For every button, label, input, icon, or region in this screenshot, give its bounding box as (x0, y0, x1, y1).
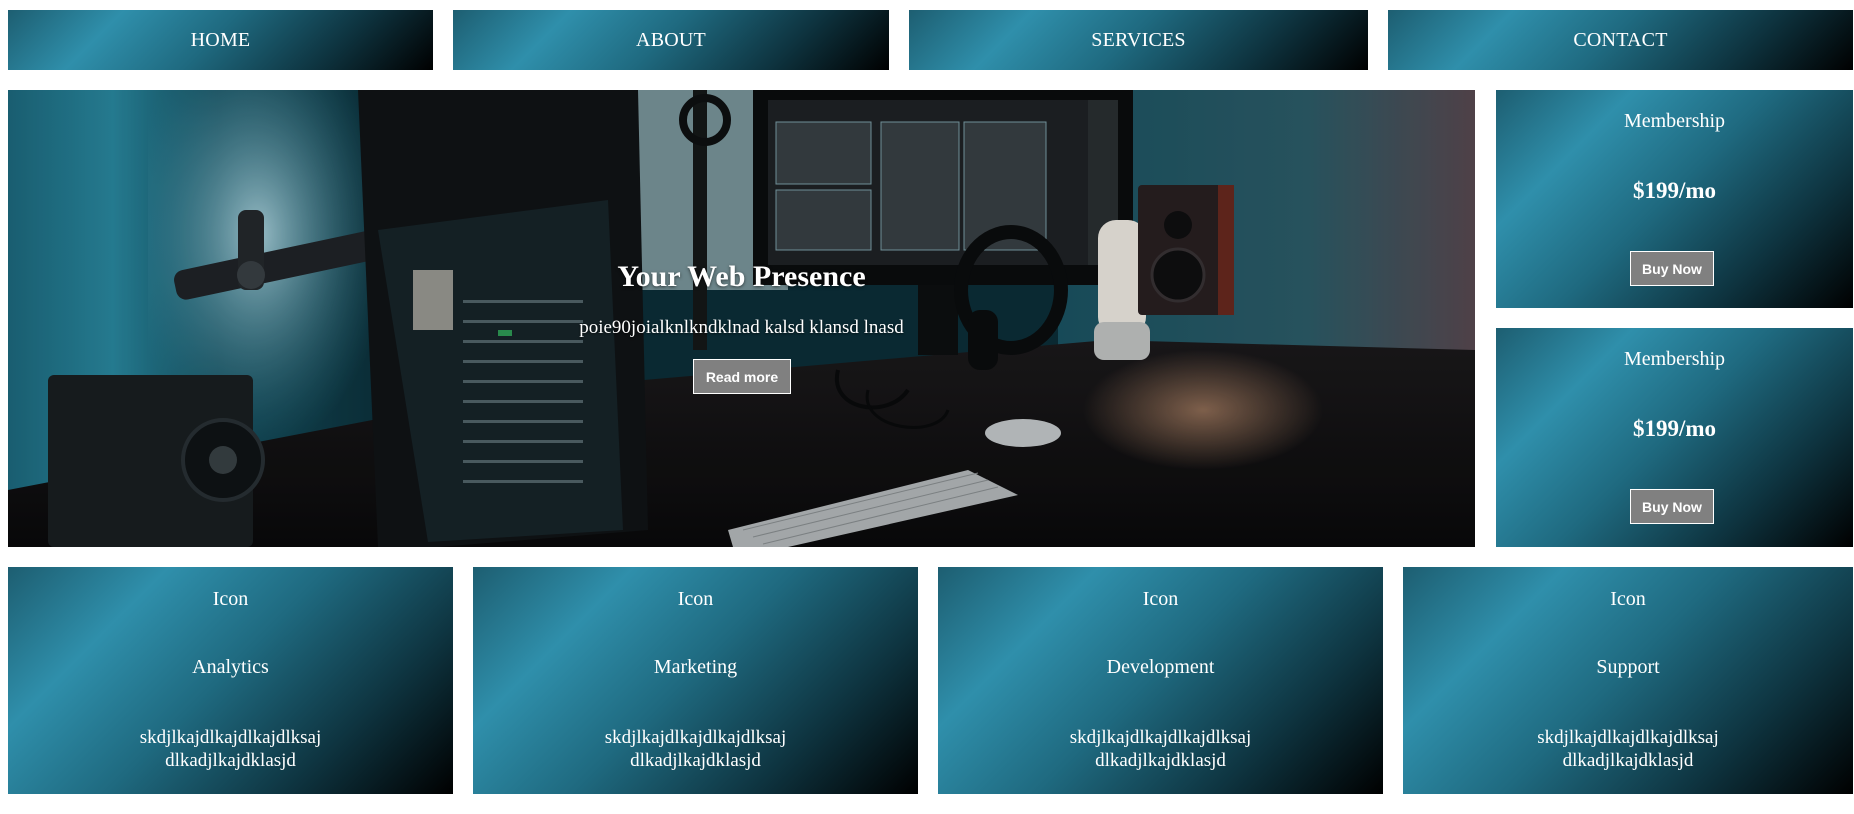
feature-title: Support (1596, 656, 1660, 678)
feature-icon-placeholder: Icon (677, 588, 714, 610)
feature-title: Analytics (192, 656, 269, 678)
pricing-card: Membership $199/mo Buy Now (1496, 90, 1853, 308)
feature-description-line: dlkadjlkajdklasjd (630, 750, 761, 771)
feature-icon-placeholder: Icon (1610, 588, 1646, 610)
feature-title: Development (1106, 656, 1215, 678)
feature-card-support: Icon Support skdjlkajdlkajdlkajdlksaj dl… (1403, 567, 1853, 794)
nav-home-label: HOME (190, 28, 251, 51)
feature-description: skdjlkajdlkajdlkajdlksaj dlkadjlkajdklas… (8, 726, 453, 772)
feature-description: skdjlkajdlkajdlkajdlksaj dlkadjlkajdklas… (473, 726, 918, 772)
pricing-plan-name: Membership (1623, 110, 1726, 132)
nav-home[interactable]: HOME (8, 10, 433, 70)
nav-services[interactable]: SERVICES (909, 10, 1368, 70)
hero-title: Your Web Presence (617, 260, 866, 293)
hero-subtitle: poie90joialknlkndklnad kalsd klansd lnas… (579, 317, 904, 338)
nav-about[interactable]: ABOUT (453, 10, 889, 70)
pricing-amount: $199/mo (1632, 178, 1717, 203)
nav-contact[interactable]: CONTACT (1388, 10, 1853, 70)
hero-content: Your Web Presence poie90joialknlkndklnad… (8, 90, 1475, 547)
feature-description-line: dlkadjlkajdklasjd (1095, 750, 1226, 771)
nav-contact-label: CONTACT (1573, 28, 1668, 51)
buy-now-button[interactable]: Buy Now (1630, 251, 1714, 286)
feature-card-marketing: Icon Marketing skdjlkajdlkajdlkajdlksaj … (473, 567, 918, 794)
feature-icon-placeholder: Icon (1142, 588, 1179, 610)
feature-description-line: skdjlkajdlkajdlkajdlksaj (1537, 727, 1719, 748)
feature-icon-placeholder: Icon (212, 588, 249, 610)
feature-description-line: skdjlkajdlkajdlkajdlksaj (604, 727, 787, 748)
feature-description-line: skdjlkajdlkajdlkajdlksaj (1069, 727, 1252, 748)
feature-description: skdjlkajdlkajdlkajdlksaj dlkadjlkajdklas… (938, 726, 1383, 772)
feature-card-analytics: Icon Analytics skdjlkajdlkajdlkajdlksaj … (8, 567, 453, 794)
feature-card-development: Icon Development skdjlkajdlkajdlkajdlksa… (938, 567, 1383, 794)
read-more-button[interactable]: Read more (693, 359, 791, 394)
nav-about-label: ABOUT (636, 28, 706, 51)
nav-services-label: SERVICES (1091, 28, 1186, 51)
pricing-plan-name: Membership (1623, 348, 1726, 370)
pricing-card: Membership $199/mo Buy Now (1496, 328, 1853, 547)
hero-banner: Your Web Presence poie90joialknlkndklnad… (8, 90, 1475, 547)
feature-description-line: dlkadjlkajdklasjd (165, 750, 296, 771)
feature-description-line: dlkadjlkajdklasjd (1562, 750, 1694, 771)
buy-now-button[interactable]: Buy Now (1630, 489, 1714, 524)
pricing-amount: $199/mo (1632, 416, 1717, 441)
feature-description: skdjlkajdlkajdlkajdlksaj dlkadjlkajdklas… (1403, 726, 1853, 772)
feature-description-line: skdjlkajdlkajdlkajdlksaj (139, 727, 322, 748)
feature-title: Marketing (653, 656, 738, 678)
